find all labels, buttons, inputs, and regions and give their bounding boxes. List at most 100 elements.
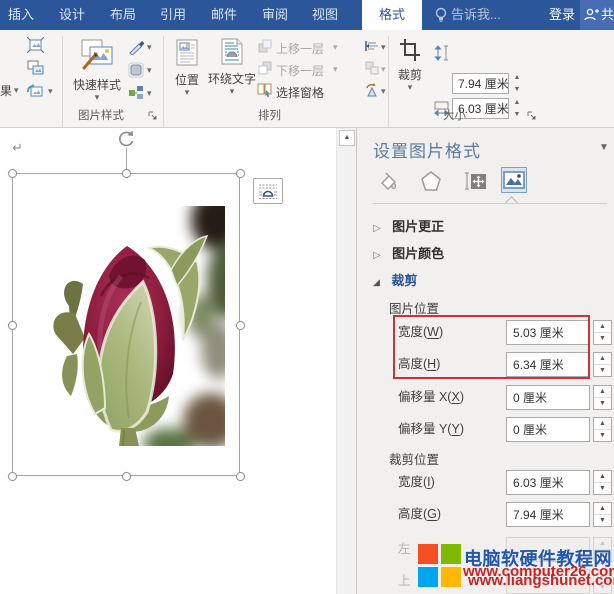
section-label: 图片颜色 bbox=[392, 246, 444, 261]
section-label: 裁剪 bbox=[391, 273, 417, 288]
sign-in-button[interactable]: 登录 bbox=[549, 0, 575, 30]
tab-references[interactable]: 引用 bbox=[160, 0, 186, 30]
shape-height-icon bbox=[434, 45, 449, 66]
logo-square-yellow bbox=[441, 567, 461, 587]
crop-box-height-field[interactable] bbox=[506, 502, 590, 527]
crop-pic-width-spinner[interactable]: ▲▼ bbox=[593, 320, 612, 345]
selection-pane-label[interactable]: 选择窗格 bbox=[276, 84, 324, 101]
crop-top-label-disabled: 上 bbox=[398, 569, 411, 594]
crop-box-width-field[interactable] bbox=[506, 470, 590, 495]
crop-button[interactable]: 裁剪 ▾ bbox=[392, 36, 428, 102]
tab-format-active[interactable]: 格式 bbox=[362, 0, 422, 30]
paragraph-mark: ↵ bbox=[12, 140, 23, 156]
size-group-label: 大小 bbox=[443, 107, 466, 123]
tab-review[interactable]: 审阅 bbox=[262, 0, 288, 30]
vertical-scrollbar[interactable]: ▲ bbox=[336, 128, 356, 594]
compress-picture-icon[interactable] bbox=[27, 37, 44, 58]
effects-dropdown[interactable]: ▾ bbox=[14, 86, 19, 95]
fill-line-tab[interactable] bbox=[374, 168, 400, 194]
picture-layout-icon[interactable] bbox=[128, 85, 144, 106]
crop-pic-height-spinner[interactable]: ▲▼ bbox=[593, 352, 612, 377]
shape-height-spinner[interactable]: ▲▼ bbox=[510, 73, 524, 94]
crop-pic-height-field[interactable] bbox=[506, 352, 590, 377]
rotate-icon[interactable] bbox=[365, 83, 379, 102]
effects-label-cut[interactable]: 果 bbox=[0, 82, 12, 99]
picture-effects-icon[interactable] bbox=[128, 62, 144, 83]
collapsed-arrow-icon: ▷ bbox=[373, 223, 381, 234]
section-picture-corrections[interactable]: ▷ 图片更正 bbox=[373, 216, 607, 238]
pane-options-dropdown[interactable]: ▼ bbox=[599, 142, 609, 153]
bring-forward-dropdown[interactable]: ▾ bbox=[333, 43, 338, 52]
resize-handle-top-center[interactable] bbox=[122, 169, 131, 178]
resize-handle-middle-left[interactable] bbox=[8, 321, 17, 330]
share-button[interactable]: 共享 bbox=[580, 0, 614, 30]
crop-pic-width-field[interactable] bbox=[506, 320, 590, 345]
group-icon bbox=[365, 61, 379, 80]
pane-title: 设置图片格式 bbox=[373, 137, 481, 162]
tab-design[interactable]: 设计 bbox=[59, 0, 85, 30]
lightbulb-icon bbox=[434, 7, 448, 28]
position-button[interactable]: 位置 ▾ bbox=[168, 36, 206, 102]
expanded-arrow-icon: ◢ bbox=[373, 277, 380, 287]
rotate-dropdown[interactable]: ▾ bbox=[381, 87, 386, 96]
tell-me-box[interactable]: 告诉我... bbox=[451, 0, 501, 30]
section-crop-expanded[interactable]: ◢ 裁剪 bbox=[373, 270, 607, 292]
picture-styles-group-label: 图片样式 bbox=[66, 107, 136, 123]
reset-picture-dropdown[interactable]: ▾ bbox=[48, 87, 53, 96]
offset-x-field[interactable] bbox=[506, 385, 590, 410]
wrap-text-button[interactable]: 环绕文字 ▾ bbox=[206, 36, 258, 102]
offset-x-label: 偏移量 X(X) bbox=[398, 385, 464, 410]
send-backward-icon bbox=[258, 61, 272, 80]
picture-tab-selected[interactable] bbox=[501, 167, 527, 193]
picture-border-dropdown[interactable]: ▾ bbox=[147, 43, 152, 52]
offset-x-spinner[interactable]: ▲▼ bbox=[593, 385, 612, 410]
resize-handle-middle-right[interactable] bbox=[236, 321, 245, 330]
group-dropdown[interactable]: ▾ bbox=[381, 65, 386, 74]
shape-width-spinner[interactable]: ▲▼ bbox=[510, 98, 524, 119]
align-icon[interactable] bbox=[365, 39, 379, 58]
crop-box-height-spinner[interactable]: ▲▼ bbox=[593, 502, 612, 527]
layout-properties-tab[interactable] bbox=[462, 168, 488, 194]
tab-layout[interactable]: 布局 bbox=[110, 0, 136, 30]
arrange-group-label: 排列 bbox=[258, 107, 281, 123]
layout-options-button[interactable] bbox=[253, 178, 283, 204]
rose-photo[interactable] bbox=[31, 206, 225, 451]
send-backward-dropdown[interactable]: ▾ bbox=[333, 65, 338, 74]
offset-y-spinner[interactable]: ▲▼ bbox=[593, 417, 612, 442]
change-picture-icon[interactable] bbox=[27, 60, 44, 81]
effects-tab[interactable] bbox=[418, 168, 444, 194]
picture-effects-dropdown[interactable]: ▾ bbox=[147, 66, 152, 75]
bring-forward-icon bbox=[258, 39, 272, 58]
resize-handle-top-left[interactable] bbox=[8, 169, 17, 178]
quick-styles-button[interactable]: 快速样式 ▾ bbox=[66, 36, 128, 102]
reset-picture-icon[interactable] bbox=[27, 83, 44, 104]
tab-insert[interactable]: 插入 bbox=[8, 0, 34, 30]
resize-handle-bottom-right[interactable] bbox=[236, 472, 245, 481]
send-backward-label[interactable]: 下移一层 bbox=[276, 62, 324, 79]
picture-icon bbox=[503, 171, 525, 189]
crop-box-width-spinner[interactable]: ▲▼ bbox=[593, 470, 612, 495]
section-picture-color[interactable]: ▷ 图片颜色 bbox=[373, 243, 607, 265]
share-person-icon bbox=[583, 7, 599, 26]
tab-view[interactable]: 视图 bbox=[312, 0, 338, 30]
resize-handle-top-right[interactable] bbox=[236, 169, 245, 178]
tab-mailings[interactable]: 邮件 bbox=[211, 0, 237, 30]
logo-square-green bbox=[441, 544, 461, 564]
scroll-up-button[interactable]: ▲ bbox=[339, 130, 355, 146]
crop-pic-height-label: 高度(H) bbox=[398, 352, 440, 377]
bring-forward-label[interactable]: 上移一层 bbox=[276, 40, 324, 57]
pane-divider bbox=[373, 203, 607, 204]
size-dialog-launcher[interactable] bbox=[527, 108, 537, 126]
picture-styles-dialog-launcher[interactable] bbox=[148, 108, 158, 126]
picture-border-icon[interactable] bbox=[128, 39, 144, 60]
crop-left-label-disabled: 左 bbox=[398, 537, 411, 562]
align-dropdown[interactable]: ▾ bbox=[381, 43, 386, 52]
offset-y-field[interactable] bbox=[506, 417, 590, 442]
size-properties-icon bbox=[462, 169, 488, 193]
document-canvas[interactable]: ↵ bbox=[0, 128, 336, 594]
shape-height-field[interactable] bbox=[452, 73, 509, 94]
resize-handle-bottom-center[interactable] bbox=[122, 472, 131, 481]
resize-handle-bottom-left[interactable] bbox=[8, 472, 17, 481]
picture-layout-dropdown[interactable]: ▾ bbox=[147, 89, 152, 98]
word-window: 插入 设计 布局 引用 邮件 审阅 视图 格式 告诉我... 登录 共享 bbox=[0, 0, 614, 594]
